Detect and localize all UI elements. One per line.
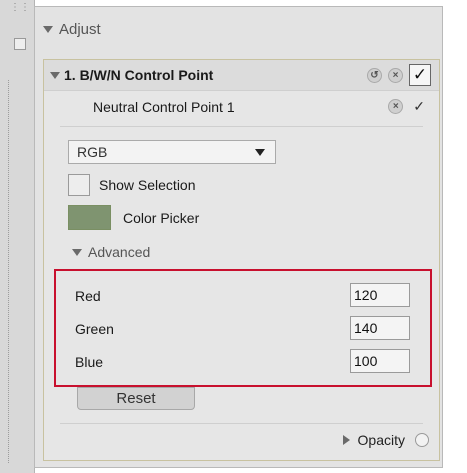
blue-label: Blue — [75, 354, 104, 370]
show-selection-label: Show Selection — [99, 177, 196, 193]
green-row: Green 140 — [75, 316, 410, 342]
undo-icon[interactable]: ↺ — [367, 67, 382, 83]
red-input[interactable]: 120 — [350, 283, 410, 307]
collapse-triangle-icon[interactable] — [50, 71, 60, 79]
advanced-section-header[interactable]: Advanced — [72, 244, 150, 260]
collapse-triangle-icon[interactable] — [72, 248, 82, 256]
mode-select[interactable]: RGB — [68, 140, 276, 164]
green-label: Green — [75, 321, 114, 337]
adjust-section-label: Adjust — [59, 20, 101, 38]
adjust-panel: Adjust 1. B/W/N Control Point ↺ × ✓ Neut… — [34, 6, 443, 468]
green-input[interactable]: 140 — [350, 316, 410, 340]
color-picker-label: Color Picker — [123, 209, 200, 226]
panel-grip-icon[interactable]: ⋮⋮ — [10, 2, 30, 13]
close-circle-icon[interactable]: × — [388, 67, 403, 83]
neutral-actions: × ✓ — [388, 99, 425, 114]
mode-select-value: RGB — [77, 144, 108, 160]
dotted-divider — [8, 80, 12, 463]
control-point-header[interactable]: 1. B/W/N Control Point ↺ × ✓ — [44, 60, 439, 91]
advanced-rgb-fields: Red 120 Green 140 Blue 100 — [54, 269, 432, 387]
opacity-toggle[interactable] — [415, 433, 429, 447]
opacity-row[interactable]: Opacity — [342, 432, 429, 448]
control-point-title: 1. B/W/N Control Point — [64, 67, 214, 83]
show-selection-checkbox[interactable] — [68, 174, 90, 196]
close-circle-icon[interactable]: × — [388, 99, 404, 114]
panel-dock-icon[interactable] — [14, 38, 26, 50]
color-picker-row[interactable]: Color Picker — [68, 205, 199, 230]
reset-button[interactable]: Reset — [77, 387, 195, 410]
blue-row: Blue 100 — [75, 349, 410, 375]
control-point-enable-checkbox[interactable]: ✓ — [409, 64, 431, 86]
control-point-group: 1. B/W/N Control Point ↺ × ✓ Neutral Con… — [43, 59, 440, 461]
show-selection-row[interactable]: Show Selection — [68, 174, 196, 196]
advanced-label: Advanced — [88, 244, 151, 260]
red-label: Red — [75, 288, 101, 304]
neutral-control-point-row[interactable]: Neutral Control Point 1 × ✓ — [44, 90, 439, 124]
red-row: Red 120 — [75, 283, 410, 309]
chevron-down-icon — [255, 149, 265, 156]
blue-input[interactable]: 100 — [350, 349, 410, 373]
adjust-section-header[interactable]: Adjust — [35, 7, 442, 51]
divider — [60, 423, 423, 424]
expand-triangle-icon[interactable] — [342, 435, 350, 445]
check-icon[interactable]: ✓ — [413, 99, 425, 113]
divider — [60, 126, 423, 127]
color-swatch[interactable] — [68, 205, 111, 230]
neutral-control-point-label: Neutral Control Point 1 — [93, 99, 235, 115]
control-point-actions: ↺ × ✓ — [367, 64, 431, 86]
opacity-label: Opacity — [357, 432, 405, 448]
left-toolbar-strip: ⋮⋮ — [0, 0, 35, 473]
collapse-triangle-icon[interactable] — [43, 25, 53, 33]
